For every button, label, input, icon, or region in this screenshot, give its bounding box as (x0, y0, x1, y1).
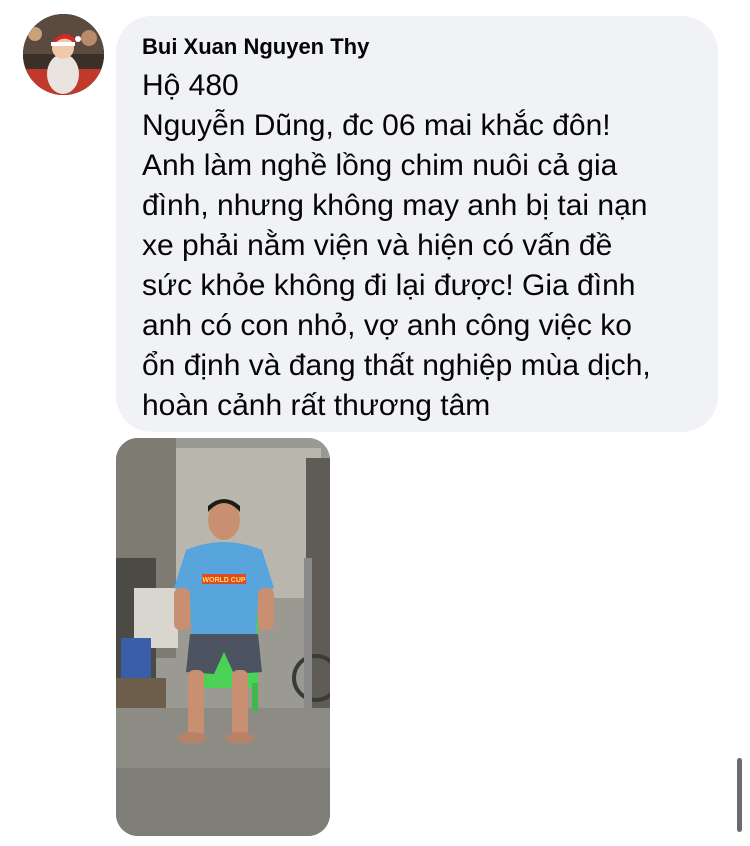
scrollbar-thumb[interactable] (737, 758, 742, 832)
comment-line: đình, nhưng không may anh bị tai nạn (142, 189, 648, 222)
comment-photo[interactable]: WORLD CUP (116, 438, 330, 836)
avatar-image (23, 14, 104, 95)
shirt-text: WORLD CUP (202, 577, 245, 584)
comment-line: Anh làm nghề lồng chim nuôi cả gia (142, 149, 618, 182)
comment-line: Nguyễn Dũng, đc 06 mai khắc đôn! (142, 109, 611, 142)
comment-bubble: Bui Xuan Nguyen Thy Hộ 480 Nguyễn Dũng, … (116, 16, 718, 432)
comment-line: Hộ 480 (142, 69, 239, 102)
comment-line: sức khỏe không đi lại được! Gia đình (142, 269, 636, 302)
comment-line: ổn định và đang thất nghiệp mùa dịch, (142, 349, 651, 382)
avatar[interactable] (23, 14, 104, 95)
photo-image: WORLD CUP (116, 438, 330, 836)
comment-line: xe phải nằm viện và hiện có vấn đề (142, 229, 613, 262)
comment-line: anh có con nhỏ, vợ anh công việc ko (142, 309, 632, 342)
comment-line: hoàn cảnh rất thương tâm (142, 389, 491, 422)
comment-author[interactable]: Bui Xuan Nguyen Thy (142, 32, 694, 62)
